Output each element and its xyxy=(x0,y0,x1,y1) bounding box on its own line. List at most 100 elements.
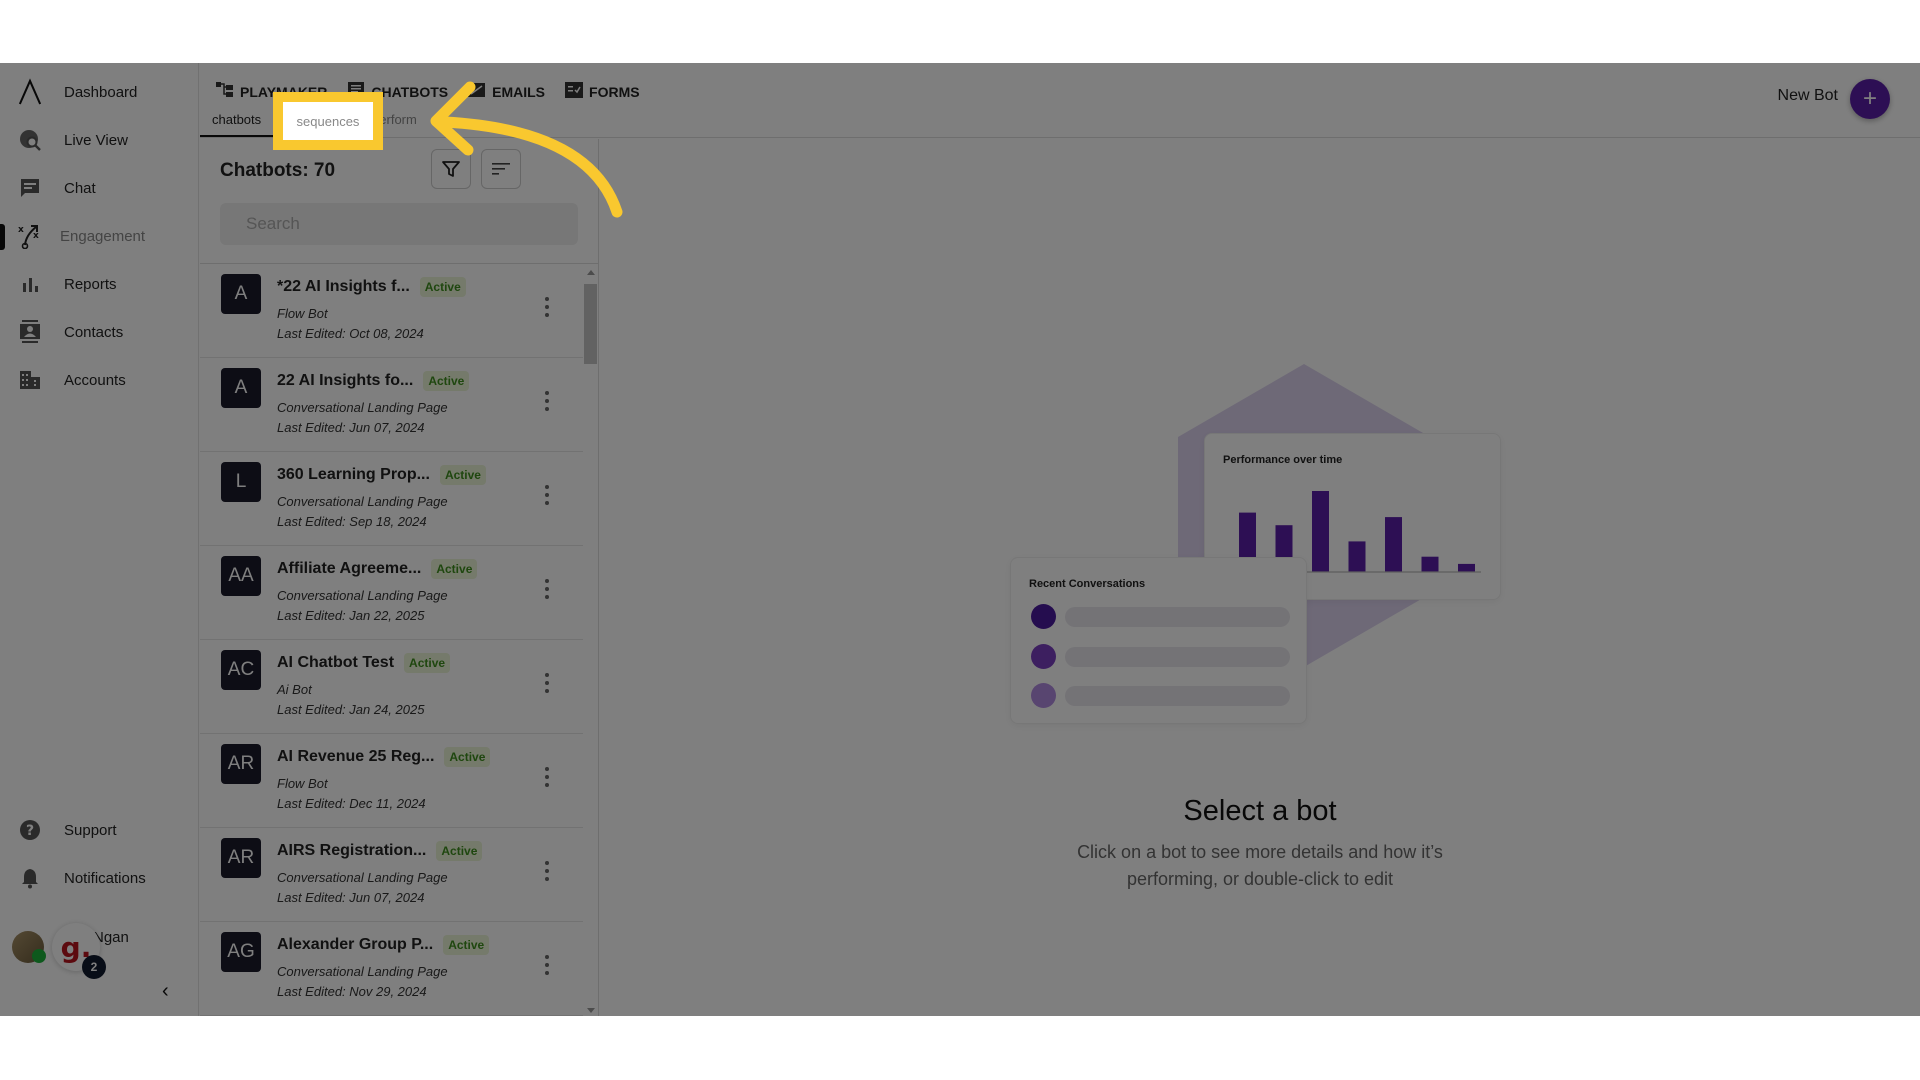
sidebar-item-live-view[interactable]: Live View xyxy=(0,120,199,160)
bot-avatar: AR xyxy=(221,838,261,878)
sidebar-item-dashboard[interactable]: Dashboard xyxy=(0,72,199,112)
sidebar-item-label: Notifications xyxy=(64,869,146,887)
bot-avatar: A xyxy=(221,274,261,314)
building-icon xyxy=(18,368,42,392)
bot-detail-empty-state: Performance over time Recent Conversatio… xyxy=(600,139,1920,1016)
panel-title: Chatbots: 70 xyxy=(220,160,336,181)
notification-count-badge: 2 xyxy=(82,955,106,979)
highlighted-sequences-tab[interactable]: sequences xyxy=(283,102,373,140)
status-badge: Active xyxy=(404,653,451,673)
new-bot-label[interactable]: New Bot xyxy=(1778,87,1838,105)
performance-bar xyxy=(1348,541,1366,572)
logo-caret-icon xyxy=(18,78,42,105)
bot-name: Alexander Group P... xyxy=(277,936,434,954)
chatbot-list-item[interactable]: A *22 AI Insights f... Active Flow Bot Last … xyxy=(200,264,583,358)
empty-state-title: Select a bot xyxy=(1183,795,1337,827)
tab-forms[interactable]: FORMS xyxy=(565,81,640,102)
app-screen: Dashboard Live View Chat xx Engagement R… xyxy=(0,63,1920,1016)
more-options-icon[interactable] xyxy=(544,485,550,505)
status-badge: Active xyxy=(431,559,478,579)
performance-bar xyxy=(1421,556,1439,572)
bot-type: Flow Bot xyxy=(277,776,328,791)
bot-avatar: AA xyxy=(221,556,261,596)
sidebar-item-accounts[interactable]: Accounts xyxy=(0,360,199,400)
filter-button[interactable] xyxy=(431,149,471,189)
sidebar-item-notifications[interactable]: Notifications xyxy=(0,858,199,898)
bot-title-line: 360 Learning Prop... Active xyxy=(277,465,486,485)
search-input[interactable] xyxy=(220,203,578,245)
more-options-icon[interactable] xyxy=(544,767,550,787)
bot-avatar: A xyxy=(221,368,261,408)
bot-avatar: L xyxy=(221,462,261,502)
svg-text:?: ? xyxy=(26,823,34,839)
form-icon xyxy=(565,82,584,101)
chatbot-list-item[interactable]: AC AI Chatbot Test Active Ai Bot Last Edited… xyxy=(200,640,583,734)
chatbot-list-panel: Chatbots: 70 A *22 AI Insights f... Active… xyxy=(200,139,599,1016)
status-badge: Active xyxy=(444,747,491,767)
status-badge: Active xyxy=(419,277,466,297)
sidebar-item-label: Live View xyxy=(64,131,128,149)
bot-type: Conversational Landing Page xyxy=(277,588,448,603)
chat-bubble-icon xyxy=(18,176,42,200)
top-header: PLAYMAKER CHATBOTS EMAILS FORMS chatbots… xyxy=(200,63,1920,138)
sidebar-item-label: Accounts xyxy=(64,371,126,389)
bot-title-line: Affiliate Agreeme... Active xyxy=(277,559,478,579)
scroll-up-icon[interactable] xyxy=(587,270,595,275)
bot-name: AIRS Registration... xyxy=(277,842,427,860)
chatbot-list-item[interactable]: AA Affiliate Agreeme... Active Conversation… xyxy=(200,546,583,640)
bot-name: AI Chatbot Test xyxy=(277,654,395,672)
performance-bar xyxy=(1385,517,1402,572)
chatbot-list-item[interactable]: L 360 Learning Prop... Active Conversationa… xyxy=(200,452,583,546)
performance-card-title: Performance over time xyxy=(1223,454,1343,466)
bot-last-edited: Last Edited: Jun 07, 2024 xyxy=(277,420,425,435)
bot-name: Affiliate Agreeme... xyxy=(277,560,422,578)
contact-card-icon xyxy=(18,320,42,344)
sidebar-item-reports[interactable]: Reports xyxy=(0,264,199,304)
help-circle-icon: ? xyxy=(18,818,42,842)
sidebar-item-engagement[interactable]: xx Engagement xyxy=(0,216,199,256)
chatbot-list-item[interactable]: AR AIRS Registration... Active Conversation… xyxy=(200,828,583,922)
bot-name: 22 AI Insights fo... xyxy=(277,372,414,390)
chatbot-list: A *22 AI Insights f... Active Flow Bot Last … xyxy=(200,263,599,1016)
new-bot-button[interactable]: + xyxy=(1850,79,1890,119)
scroll-down-icon[interactable] xyxy=(587,1008,595,1013)
more-options-icon[interactable] xyxy=(544,861,550,881)
collapse-sidebar-chevron-icon[interactable]: ‹ xyxy=(162,980,169,1003)
bot-last-edited: Last Edited: Jan 22, 2025 xyxy=(277,608,425,623)
sidebar-item-support[interactable]: ? Support xyxy=(0,810,199,850)
scrollbar-thumb[interactable] xyxy=(584,284,597,364)
more-options-icon[interactable] xyxy=(544,579,550,599)
tab-emails[interactable]: EMAILS xyxy=(468,81,545,102)
bot-title-line: AI Revenue 25 Reg... Active xyxy=(277,747,491,767)
tab-label: FORMS xyxy=(589,83,640,100)
sidebar-item-contacts[interactable]: Contacts xyxy=(0,312,199,352)
bot-last-edited: Last Edited: Nov 29, 2024 xyxy=(277,984,427,999)
chatbot-list-item[interactable]: AG Alexander Group P... Active Conversation… xyxy=(200,922,583,1016)
filter-icon xyxy=(442,161,460,177)
chatbot-list-item[interactable]: AR AI Revenue 25 Reg... Active Flow Bot Last… xyxy=(200,734,583,828)
more-options-icon[interactable] xyxy=(544,673,550,693)
bot-last-edited: Last Edited: Oct 08, 2024 xyxy=(277,326,424,341)
recent-card-title: Recent Conversations xyxy=(1029,578,1146,590)
performance-bar xyxy=(1312,491,1329,572)
bot-title-line: 22 AI Insights fo... Active xyxy=(277,371,470,391)
bot-avatar: AC xyxy=(221,650,261,690)
bot-last-edited: Last Edited: Dec 11, 2024 xyxy=(277,796,426,811)
empty-state-description: Click on a bot to see more details and h… xyxy=(1077,842,1443,889)
performance-bar xyxy=(1458,563,1475,572)
more-options-icon[interactable] xyxy=(544,391,550,411)
bot-last-edited: Last Edited: Sep 18, 2024 xyxy=(277,514,427,529)
bot-name: 360 Learning Prop... xyxy=(277,466,430,484)
bot-avatar: AR xyxy=(221,744,261,784)
list-scrollbar[interactable] xyxy=(584,264,598,1016)
bot-type: Flow Bot xyxy=(277,306,328,321)
sidebar: Dashboard Live View Chat xx Engagement R… xyxy=(0,63,199,1016)
more-options-icon[interactable] xyxy=(544,955,550,975)
bot-name: AI Revenue 25 Reg... xyxy=(277,748,435,766)
more-options-icon[interactable] xyxy=(544,297,550,317)
chatbot-list-item[interactable]: A 22 AI Insights fo... Active Conversationa… xyxy=(200,358,583,452)
subtab-chatbots[interactable]: chatbots xyxy=(200,108,274,137)
bot-type: Conversational Landing Page xyxy=(277,870,448,885)
sort-button[interactable] xyxy=(481,149,521,189)
sidebar-item-chat[interactable]: Chat xyxy=(0,168,199,208)
